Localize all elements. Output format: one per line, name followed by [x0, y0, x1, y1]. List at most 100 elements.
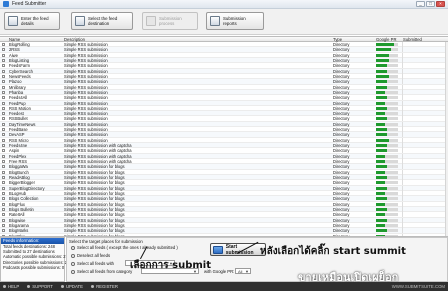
google-pr-bar — [376, 90, 398, 94]
radio-button[interactable] — [71, 245, 75, 250]
cell-description: Simple RSS submission for blogs — [64, 228, 125, 234]
maximize-button[interactable]: □ — [426, 1, 435, 7]
row-checkbox[interactable] — [2, 112, 5, 116]
cell-name: Aspin — [9, 148, 20, 154]
cell-submitted — [402, 116, 446, 122]
feeds-information-panel: Feeds information: Total feeds destinati… — [0, 237, 69, 282]
google-pr-bar — [376, 117, 398, 121]
row-checkbox[interactable] — [2, 213, 5, 217]
radio-button[interactable] — [71, 269, 75, 274]
row-checkbox[interactable] — [2, 165, 5, 169]
row-checkbox[interactable] — [2, 64, 5, 68]
cell-submitted — [402, 57, 446, 63]
row-checkbox[interactable] — [2, 101, 5, 105]
row-checkbox[interactable] — [2, 117, 5, 121]
row-checkbox[interactable] — [2, 202, 5, 206]
row-checkbox[interactable] — [2, 138, 5, 142]
radio-button[interactable] — [71, 261, 75, 266]
cell-type: Directory — [333, 201, 350, 207]
cell-name: BlogListing — [9, 57, 30, 63]
google-pr-bar — [376, 96, 398, 100]
google-pr-bar — [376, 138, 398, 142]
minimize-button[interactable]: _ — [416, 1, 425, 7]
row-checkbox[interactable] — [2, 122, 5, 126]
row-checkbox[interactable] — [2, 170, 5, 174]
start-submission-button[interactable]: Start submission — [210, 243, 266, 256]
row-checkbox[interactable] — [2, 80, 5, 84]
cell-submitted — [402, 217, 446, 223]
radio-button[interactable] — [71, 253, 75, 258]
row-checkbox[interactable] — [2, 144, 5, 148]
register-link[interactable]: REGISTER — [91, 284, 118, 289]
submission-process-button[interactable]: Submission process — [142, 12, 198, 30]
row-checkbox[interactable] — [2, 186, 5, 190]
row-checkbox[interactable] — [2, 176, 5, 179]
cell-type: Directory — [333, 212, 350, 218]
process-icon — [146, 16, 156, 26]
cell-description: Simple RSS submission — [64, 100, 108, 106]
row-checkbox[interactable] — [2, 48, 5, 52]
cell-submitted — [402, 153, 446, 159]
row-checkbox[interactable] — [2, 197, 5, 201]
option-deselect-all[interactable]: Deselect all feeds — [71, 253, 110, 258]
cell-type: Directory — [333, 159, 350, 165]
submission-reports-button[interactable]: Submission reports — [206, 12, 264, 30]
row-checkbox[interactable] — [2, 218, 5, 222]
row-checkbox[interactable] — [2, 58, 5, 62]
row-checkbox[interactable] — [2, 106, 5, 110]
google-pr-fill — [376, 106, 387, 110]
row-checkbox[interactable] — [2, 181, 5, 185]
cell-name: 2RSS — [9, 47, 20, 53]
row-checkbox[interactable] — [2, 69, 5, 73]
window-title: Feed Submitter — [12, 1, 47, 7]
google-pr-select[interactable]: All ▼ — [235, 268, 251, 274]
support-link[interactable]: SUPPORT — [27, 284, 53, 289]
row-checkbox[interactable] — [2, 154, 5, 158]
row-checkbox[interactable] — [2, 74, 5, 78]
cell-type: Directory — [333, 153, 350, 159]
update-link[interactable]: UPDATE — [60, 284, 83, 289]
row-checkbox[interactable] — [2, 223, 5, 227]
row-checkbox[interactable] — [2, 85, 5, 89]
row-checkbox[interactable] — [2, 229, 5, 233]
cell-description: Simple RSS submission — [64, 73, 108, 79]
select-feed-destination-button[interactable]: Select the feed destination — [71, 12, 133, 30]
cell-type: Directory — [333, 68, 350, 74]
cell-type: Directory — [333, 95, 350, 101]
google-pr-bar — [376, 106, 398, 110]
option-select-all-with[interactable]: Select all feeds with — [71, 261, 114, 266]
google-pr-bar — [376, 122, 398, 126]
row-checkbox[interactable] — [2, 43, 5, 46]
google-pr-bar — [376, 181, 398, 185]
row-checkbox[interactable] — [2, 133, 5, 137]
cell-description: Simple RSS submission for blogs — [64, 201, 125, 207]
enter-feed-details-button[interactable]: Enter the feed details — [4, 12, 60, 30]
website-link[interactable]: WWW.SUBMITSUITE.COM — [392, 284, 445, 289]
option-select-all-from-category[interactable]: Select all feeds from category — [71, 269, 132, 274]
google-pr-bar — [376, 53, 398, 57]
row-checkbox[interactable] — [2, 90, 5, 94]
cell-description: Simple RSS submission for blogs — [64, 190, 125, 196]
google-pr-fill — [376, 207, 387, 211]
google-pr-fill — [376, 197, 387, 201]
google-pr-bar — [376, 229, 398, 233]
google-pr-bar — [376, 85, 398, 89]
cell-type: Directory — [333, 63, 350, 69]
cell-type: Directory — [333, 121, 350, 127]
cell-name: ReadABlog — [9, 175, 30, 180]
close-button[interactable]: × — [436, 1, 445, 7]
cell-description: Simple RSS submission for blogs — [64, 212, 125, 218]
google-pr-fill — [376, 223, 385, 227]
row-checkbox[interactable] — [2, 53, 5, 57]
option-select-all-except-submitted[interactable]: Select all feeds ( except the ones I alr… — [71, 245, 178, 250]
help-link[interactable]: HELP — [3, 284, 19, 289]
google-pr-bar — [376, 43, 398, 46]
row-checkbox[interactable] — [2, 128, 5, 132]
start-icon — [213, 245, 223, 254]
row-checkbox[interactable] — [2, 96, 5, 100]
row-checkbox[interactable] — [2, 149, 5, 153]
row-checkbox[interactable] — [2, 160, 5, 164]
cell-description: Simple RSS submission for blogs — [64, 180, 125, 186]
row-checkbox[interactable] — [2, 191, 5, 195]
row-checkbox[interactable] — [2, 207, 5, 211]
